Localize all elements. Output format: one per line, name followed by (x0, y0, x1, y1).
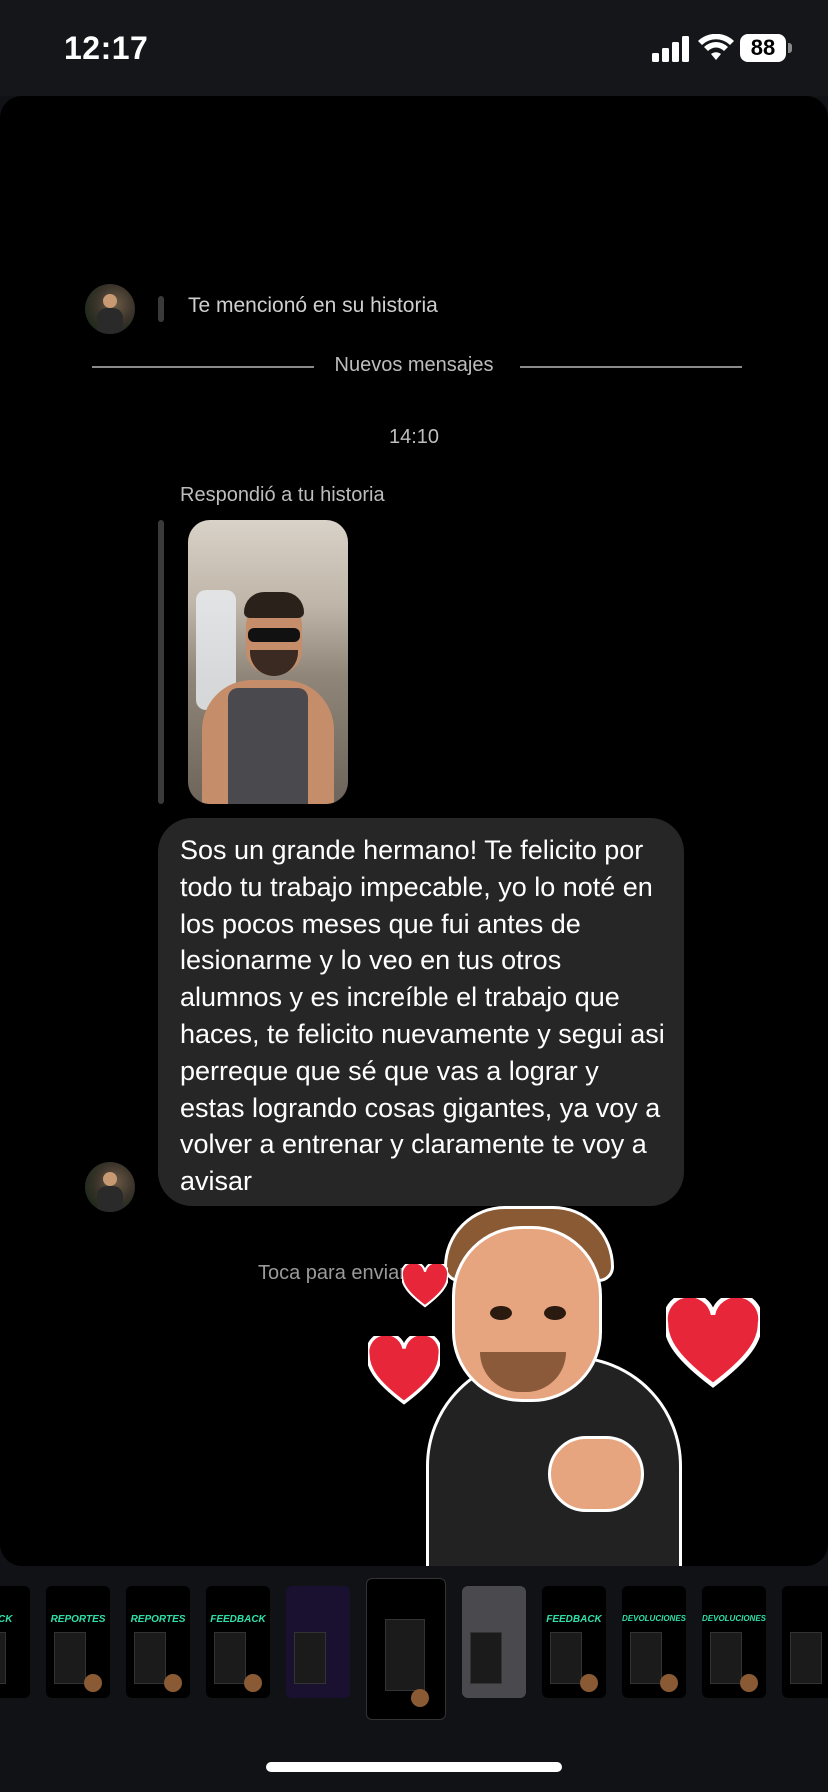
thumbnail-content (385, 1619, 425, 1691)
message-text: Sos un grande hermano! Te felicito por t… (180, 835, 665, 1197)
sender-avatar[interactable] (85, 284, 135, 334)
thumbnail[interactable] (286, 1586, 350, 1698)
thumbnail-avatar (411, 1689, 429, 1707)
signal-icon (652, 36, 689, 62)
sender-avatar-2[interactable] (85, 1162, 135, 1212)
thumbnail[interactable]: REPORTES (126, 1586, 190, 1698)
thumbnail-label: DEVOLUCIONES (622, 1614, 686, 1623)
story-person-hair (244, 592, 304, 618)
story-thumbnail[interactable] (188, 520, 348, 804)
heart-icon (402, 1264, 448, 1308)
home-indicator[interactable] (266, 1762, 562, 1772)
thumbnail-content (294, 1632, 326, 1684)
chat-thread[interactable]: Te mencionó en su historia Nuevos mensaj… (0, 96, 828, 1566)
thumbnail-content (470, 1632, 502, 1684)
story-reply-label: Respondió a tu historia (180, 484, 385, 506)
thumbnail-label: FEEDBACK (546, 1614, 602, 1625)
battery-tip (788, 43, 792, 53)
story-mention-text[interactable]: Te mencionó en su historia (188, 294, 438, 318)
status-time: 12:17 (64, 30, 149, 66)
thumbnail-avatar (84, 1674, 102, 1692)
thumbnail[interactable]: FEEDBACK (206, 1586, 270, 1698)
battery-icon: 88 (740, 34, 794, 64)
thumbnail-avatar (244, 1674, 262, 1692)
mention-bar (158, 296, 164, 322)
memoji-eye-right (544, 1306, 566, 1320)
thumbnail-content (214, 1632, 246, 1684)
sunglasses (248, 628, 300, 642)
reply-bar (158, 520, 164, 804)
thumbnail-avatar (164, 1674, 182, 1692)
thumbnail-selected[interactable] (366, 1578, 446, 1720)
thumbnail-content (134, 1632, 166, 1684)
thumbnail-label: BACK (0, 1614, 13, 1625)
memoji-eye-left (490, 1306, 512, 1320)
story-person-shirt (228, 688, 308, 804)
memoji-hands (548, 1436, 644, 1512)
heart-icon (368, 1336, 440, 1406)
thumbnail-avatar (660, 1674, 678, 1692)
thumbnail-content (630, 1632, 662, 1684)
story-person-beard (250, 650, 298, 676)
message-bubble[interactable]: Sos un grande hermano! Te felicito por t… (158, 818, 684, 1206)
thumbnail-label: DEVOLUCIONES (702, 1614, 766, 1623)
wifi-icon (698, 34, 734, 60)
thumbnail-label: REPORTES (50, 1614, 106, 1625)
memoji-sticker (368, 1206, 780, 1566)
thumbnail-content (0, 1632, 6, 1684)
thumbnail-label: FEEDBACK (210, 1614, 266, 1625)
thumbnail-content (54, 1632, 86, 1684)
thumbnail-avatar (740, 1674, 758, 1692)
thumbnail[interactable]: FEEDBACK (542, 1586, 606, 1698)
new-messages-divider: Nuevos mensajes (334, 354, 494, 376)
heart-icon (666, 1298, 760, 1390)
thumbnail[interactable] (782, 1586, 828, 1698)
thumbnail-content (790, 1632, 822, 1684)
status-bar: 12:17 88 (0, 0, 828, 96)
thumbnail[interactable]: DEVOLUCIONES (622, 1586, 686, 1698)
battery-level: 88 (740, 34, 786, 62)
thumbnail[interactable]: REPORTES (46, 1586, 110, 1698)
message-timestamp: 14:10 (388, 426, 440, 448)
thumbnail-content (710, 1632, 742, 1684)
thumbnail-content (550, 1632, 582, 1684)
thumbnail-avatar (580, 1674, 598, 1692)
thumbnail-label: REPORTES (130, 1614, 186, 1625)
thumbnail[interactable] (462, 1586, 526, 1698)
thumbnail[interactable]: BACK (0, 1586, 30, 1698)
thumbnail[interactable]: DEVOLUCIONES (702, 1586, 766, 1698)
thumbnail-strip[interactable]: BACK REPORTES REPORTES FEEDBACK FEEDBACK… (0, 1566, 828, 1720)
